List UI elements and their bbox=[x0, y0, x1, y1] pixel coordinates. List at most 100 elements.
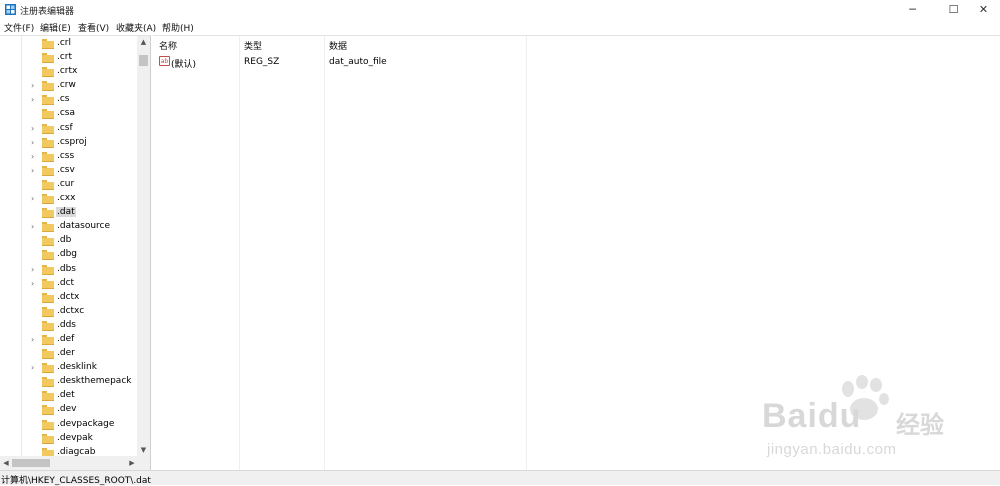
scroll-up-icon[interactable]: ▲ bbox=[137, 36, 150, 48]
tree-item[interactable]: .devpak bbox=[0, 432, 137, 446]
tree-item[interactable]: › .csv bbox=[0, 164, 137, 178]
tree-item[interactable]: .crt bbox=[0, 51, 137, 65]
tree-item[interactable]: › .css bbox=[0, 150, 137, 164]
column-header-name[interactable]: 名称 bbox=[159, 39, 177, 52]
tree-item[interactable]: .devpackage bbox=[0, 418, 137, 432]
chevron-right-icon[interactable]: › bbox=[31, 195, 37, 203]
scroll-thumb-horizontal[interactable] bbox=[12, 459, 50, 467]
tree-item[interactable]: › .def bbox=[0, 333, 137, 347]
menu-edit[interactable]: 编辑(E) bbox=[40, 21, 71, 34]
tree-item[interactable]: .dat bbox=[0, 206, 137, 220]
chevron-right-icon[interactable]: › bbox=[31, 152, 37, 161]
folder-icon bbox=[42, 165, 54, 176]
tree-item-label: .csproj bbox=[57, 136, 87, 147]
tree-item[interactable]: .der bbox=[0, 347, 137, 361]
folder-icon bbox=[42, 151, 54, 162]
tree-item[interactable]: › .csproj bbox=[0, 136, 137, 150]
chevron-right-icon[interactable]: › bbox=[31, 335, 37, 344]
minimize-button[interactable]: ─ bbox=[895, 0, 930, 19]
tree-item[interactable]: › .datasource bbox=[0, 220, 137, 234]
chevron-right-icon[interactable]: › bbox=[31, 265, 37, 274]
tree-item[interactable]: .dev bbox=[0, 403, 137, 417]
tree-item-label: .crw bbox=[57, 80, 76, 91]
status-bar: 计算机\HKEY_CLASSES_ROOT\.dat bbox=[0, 470, 1000, 486]
chevron-right-icon[interactable]: › bbox=[31, 138, 37, 147]
tree-item[interactable]: › .csf bbox=[0, 122, 137, 136]
tree-item-label: .cur bbox=[57, 178, 75, 189]
value-type: REG_SZ bbox=[244, 57, 280, 67]
tree-item-label: .csa bbox=[57, 108, 76, 119]
menu-favorites[interactable]: 收藏夹(A) bbox=[116, 21, 156, 34]
tree-item-label: .css bbox=[57, 150, 75, 161]
tree-item[interactable]: › .dct bbox=[0, 277, 137, 291]
tree-item[interactable]: › .cs bbox=[0, 93, 137, 107]
folder-icon bbox=[42, 250, 54, 261]
tree-item[interactable]: › .crw bbox=[0, 79, 137, 93]
folder-icon bbox=[42, 419, 54, 430]
folder-icon bbox=[42, 109, 54, 120]
tree-item-label: .db bbox=[57, 235, 72, 246]
menu-file[interactable]: 文件(F) bbox=[4, 21, 34, 34]
value-name[interactable]: (默认) bbox=[171, 57, 196, 70]
tree-item[interactable]: .det bbox=[0, 389, 137, 403]
tree-item[interactable]: .crtx bbox=[0, 65, 137, 79]
chevron-right-icon[interactable]: › bbox=[31, 82, 37, 90]
tree-item-label: .dctxc bbox=[57, 305, 85, 316]
window-title: 注册表编辑器 bbox=[20, 7, 75, 17]
tree-item[interactable]: › .cxx bbox=[0, 192, 137, 206]
scroll-right-icon[interactable]: ▶ bbox=[126, 456, 138, 470]
tree-item-label: .def bbox=[57, 333, 75, 344]
registry-editor-icon bbox=[5, 4, 16, 15]
scroll-thumb[interactable] bbox=[139, 55, 148, 66]
tree-item[interactable]: .dds bbox=[0, 319, 137, 333]
tree-item[interactable]: .cur bbox=[0, 178, 137, 192]
tree-item[interactable]: › .desklink bbox=[0, 361, 137, 375]
folder-icon bbox=[42, 179, 54, 190]
watermark-brand: Baidu bbox=[762, 397, 862, 435]
column-separator bbox=[324, 36, 325, 470]
scroll-left-icon[interactable]: ◀ bbox=[0, 456, 12, 470]
tree-item[interactable]: .db bbox=[0, 234, 137, 248]
folder-icon bbox=[42, 39, 54, 49]
folder-icon bbox=[42, 123, 54, 134]
tree-item-label: .dbs bbox=[57, 263, 76, 274]
tree-item-label: .csv bbox=[57, 164, 75, 175]
tree-item[interactable]: › .dbs bbox=[0, 263, 137, 277]
chevron-right-icon[interactable]: › bbox=[31, 166, 37, 175]
key-tree[interactable]: .crl .crt .crtx › .crw › .cs .csa › .csf › .csproj ›… bbox=[0, 35, 151, 470]
chevron-right-icon[interactable]: › bbox=[31, 364, 37, 372]
status-path: 计算机\HKEY_CLASSES_ROOT\.dat bbox=[1, 476, 151, 486]
tree-item[interactable]: .csa bbox=[0, 107, 137, 121]
chevron-right-icon[interactable]: › bbox=[31, 124, 37, 133]
column-separator bbox=[239, 36, 240, 470]
tree-vertical-scrollbar[interactable]: ▲ ▼ bbox=[137, 36, 150, 456]
tree-item-label: .dbg bbox=[57, 249, 77, 260]
folder-icon bbox=[42, 222, 54, 233]
tree-item-label: .der bbox=[57, 348, 75, 359]
folder-icon bbox=[42, 320, 54, 331]
chevron-right-icon[interactable]: › bbox=[31, 279, 37, 288]
tree-item[interactable]: .deskthemepack bbox=[0, 375, 137, 389]
tree-item[interactable]: .dctxc bbox=[0, 305, 137, 319]
tree-item[interactable]: .dbg bbox=[0, 248, 137, 262]
tree-item[interactable]: .crl bbox=[0, 37, 137, 51]
title-bar: 注册表编辑器 ─ ☐ ✕ bbox=[0, 0, 1000, 19]
tree-item-label: .desklink bbox=[57, 362, 97, 373]
tree-item-label: .cxx bbox=[57, 193, 76, 204]
chevron-right-icon[interactable]: › bbox=[31, 223, 37, 231]
tree-item-label: .csf bbox=[57, 122, 73, 133]
close-button[interactable]: ✕ bbox=[966, 0, 1000, 19]
menu-view[interactable]: 查看(V) bbox=[78, 21, 109, 34]
column-separator bbox=[526, 36, 527, 470]
folder-icon bbox=[42, 208, 54, 219]
scroll-down-icon[interactable]: ▼ bbox=[137, 444, 150, 456]
tree-item[interactable]: .dctx bbox=[0, 291, 137, 305]
menu-help[interactable]: 帮助(H) bbox=[162, 21, 194, 34]
folder-icon bbox=[42, 264, 54, 275]
column-header-data[interactable]: 数据 bbox=[329, 39, 347, 52]
tree-item-label: .devpackage bbox=[57, 418, 115, 429]
chevron-right-icon[interactable]: › bbox=[31, 96, 37, 104]
tree-horizontal-scrollbar[interactable]: ◀ ▶ bbox=[0, 456, 150, 470]
column-header-type[interactable]: 类型 bbox=[244, 39, 262, 52]
tree-item-label: .datasource bbox=[57, 221, 111, 232]
